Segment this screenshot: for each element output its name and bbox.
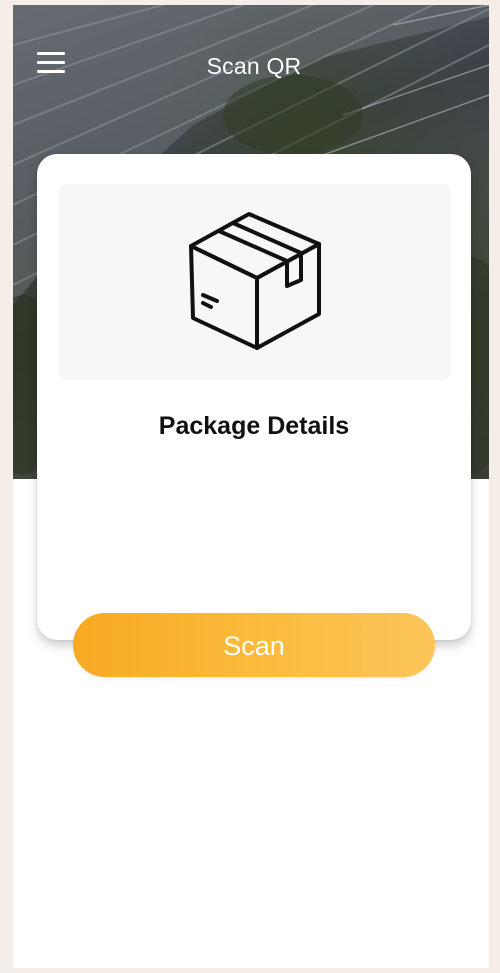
screen-title: Scan QR [206, 53, 302, 79]
package-box-icon [189, 212, 321, 350]
app-screen: Scan QR Package Details Scan [13, 5, 489, 968]
scan-button[interactable]: Scan [73, 613, 435, 677]
top-app-bar: Scan QR [13, 5, 489, 125]
package-card: Package Details [37, 154, 471, 640]
package-image-panel [59, 184, 451, 380]
card-title: Package Details [158, 412, 350, 440]
